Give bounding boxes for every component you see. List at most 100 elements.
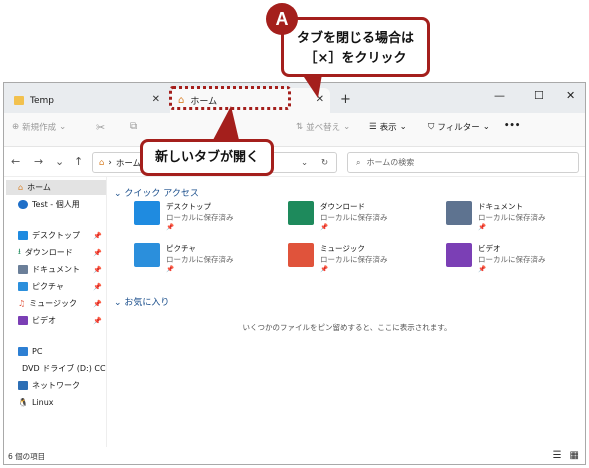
music-icon: ♫ (18, 299, 26, 308)
quick-access-header[interactable]: ⌄ クイック アクセス (114, 186, 199, 199)
folder-tile-pictures[interactable]: ピクチャ ローカルに保存済み 📌 (134, 241, 284, 275)
address-bar-row: ← → ⌄ ↑ ⌂ › ホーム ⌄ ↻ ⌕ ホームの検索 (4, 147, 585, 177)
minimize-button[interactable]: — (494, 89, 505, 102)
sidebar-item-network[interactable]: ネットワーク (6, 378, 106, 393)
videos-folder-icon (446, 243, 472, 267)
new-tab-pointer-arrow (213, 106, 239, 140)
new-tab-button[interactable]: + (340, 92, 351, 107)
folder-status: ローカルに保存済み (478, 213, 546, 222)
sidebar-item-label: ドキュメント (32, 265, 80, 274)
home-icon: ⌂ (99, 157, 105, 168)
view-button[interactable]: ☰ 表示 ⌄ (369, 121, 407, 133)
address-path: ホーム (115, 158, 142, 169)
chevron-down-icon: ⌄ (59, 122, 67, 132)
view-label: 表示 (379, 123, 397, 133)
pin-icon: 📌 (166, 265, 175, 273)
sidebar-item-dvd-drive[interactable]: DVD ドライブ (D:) CCCOMA (6, 361, 106, 376)
pin-icon: 📌 (478, 223, 487, 231)
chevron-down-icon: ⌄ (114, 189, 122, 199)
folder-tile-desktop[interactable]: デスクトップ ローカルに保存済み 📌 (134, 199, 284, 233)
pin-icon: 📌 (166, 223, 175, 231)
favorites-empty-message: いくつかのファイルをピン留めすると、ここに表示されます。 (242, 323, 452, 332)
sort-icon: ⇅ (296, 122, 304, 132)
chevron-down-icon: ⌄ (343, 122, 351, 132)
videos-icon (18, 316, 28, 325)
favorites-label: お気に入り (124, 298, 170, 308)
more-options-button[interactable]: ••• (504, 121, 520, 131)
music-folder-icon (288, 243, 314, 267)
sidebar-item-linux[interactable]: 🐧 Linux (6, 395, 106, 410)
close-tab-callout: タブを閉じる場合は ［×］をクリック (281, 17, 430, 77)
folder-tile-videos[interactable]: ビデオ ローカルに保存済み 📌 (446, 241, 585, 275)
close-window-button[interactable]: ✕ (566, 89, 575, 102)
pin-icon: 📌 (320, 223, 329, 231)
network-icon (18, 381, 28, 390)
folder-tile-music[interactable]: ミュージック ローカルに保存済み 📌 (288, 241, 438, 275)
tiles-view-icon[interactable]: ▦ (570, 450, 579, 461)
folder-name: デスクトップ (166, 202, 211, 211)
search-placeholder: ホームの検索 (366, 158, 415, 167)
sidebar-item-onedrive[interactable]: Test - 個人用 (6, 197, 106, 212)
sidebar-item-home[interactable]: ⌂ ホーム (6, 180, 106, 195)
quick-access-label: クイック アクセス (124, 189, 199, 199)
item-count: 6 個の項目 (8, 451, 46, 461)
cut-icon[interactable]: ✂ (96, 121, 105, 134)
tab-close-icon[interactable]: ✕ (152, 94, 160, 105)
chevron-down-icon: ⌄ (114, 298, 122, 308)
chevron-down-icon[interactable]: ⌄ (55, 155, 64, 168)
plus-circle-icon: ⊕ (12, 122, 20, 132)
pin-icon: 📌 (93, 282, 102, 291)
filter-label: フィルター (437, 123, 480, 133)
downloads-folder-icon (288, 201, 314, 225)
pin-icon: 📌 (93, 248, 102, 257)
refresh-icon[interactable]: ↻ (321, 158, 328, 168)
sidebar-item-music[interactable]: ♫ ミュージック 📌 (6, 296, 106, 311)
sidebar-item-videos[interactable]: ビデオ 📌 (6, 313, 106, 328)
pin-icon: 📌 (93, 265, 102, 274)
up-arrow-icon[interactable]: ↑ (74, 155, 83, 168)
folder-status: ローカルに保存済み (320, 213, 388, 222)
filter-button[interactable]: ⛉ フィルター ⌄ (428, 121, 490, 133)
folder-status: ローカルに保存済み (166, 255, 234, 264)
sidebar-item-desktop[interactable]: デスクトップ 📌 (6, 228, 106, 243)
sort-label: 並べ替え (306, 123, 341, 133)
sidebar-item-label: ミュージック (29, 299, 78, 308)
sidebar-item-label: ビデオ (32, 316, 56, 325)
documents-icon (18, 265, 28, 274)
new-button[interactable]: ⊕ 新規作成 ⌄ (12, 121, 66, 133)
callout-line-1: タブを閉じる場合は (296, 31, 414, 46)
sort-button[interactable]: ⇅ 並べ替え ⌄ (296, 121, 350, 133)
sidebar-item-pictures[interactable]: ピクチャ 📌 (6, 279, 106, 294)
forward-arrow-icon[interactable]: → (34, 155, 43, 168)
sidebar-item-label: Test - 個人用 (32, 200, 80, 209)
folder-name: ビデオ (478, 244, 501, 253)
pictures-icon (18, 282, 28, 291)
new-label: 新規作成 (22, 123, 57, 133)
folder-tile-documents[interactable]: ドキュメント ローカルに保存済み 📌 (446, 199, 585, 233)
folder-status: ローカルに保存済み (320, 255, 388, 264)
desktop-icon (18, 231, 28, 240)
favorites-header[interactable]: ⌄ お気に入り (114, 295, 169, 308)
back-arrow-icon[interactable]: ← (11, 155, 20, 168)
maximize-button[interactable]: ☐ (534, 89, 544, 102)
chevron-down-icon: ⌄ (399, 122, 407, 132)
pin-icon: 📌 (320, 265, 329, 273)
sidebar-item-label: Linux (31, 398, 54, 407)
pin-icon: 📌 (478, 265, 487, 273)
details-view-icon[interactable]: ☰ (553, 450, 562, 461)
folder-tile-downloads[interactable]: ダウンロード ローカルに保存済み 📌 (288, 199, 438, 233)
navigation-pane: ⌂ ホーム Test - 個人用 デスクトップ 📌 ⭳ ダウンロード 📌 ドキュ… (4, 177, 107, 447)
copy-icon[interactable]: ⧉ (130, 121, 137, 132)
documents-folder-icon (446, 201, 472, 225)
filter-icon: ⛉ (428, 122, 435, 132)
sidebar-item-pc[interactable]: PC (6, 344, 106, 359)
tab-temp[interactable]: Temp ✕ (6, 88, 166, 113)
tab-label: Temp (30, 95, 54, 106)
pin-icon: 📌 (93, 316, 102, 325)
search-input[interactable]: ⌕ ホームの検索 (347, 152, 579, 173)
sidebar-item-documents[interactable]: ドキュメント 📌 (6, 262, 106, 277)
sidebar-item-downloads[interactable]: ⭳ ダウンロード 📌 (6, 245, 106, 260)
chevron-down-icon[interactable]: ⌄ (301, 158, 308, 168)
folder-name: ドキュメント (478, 202, 523, 211)
desktop-folder-icon (134, 201, 160, 225)
